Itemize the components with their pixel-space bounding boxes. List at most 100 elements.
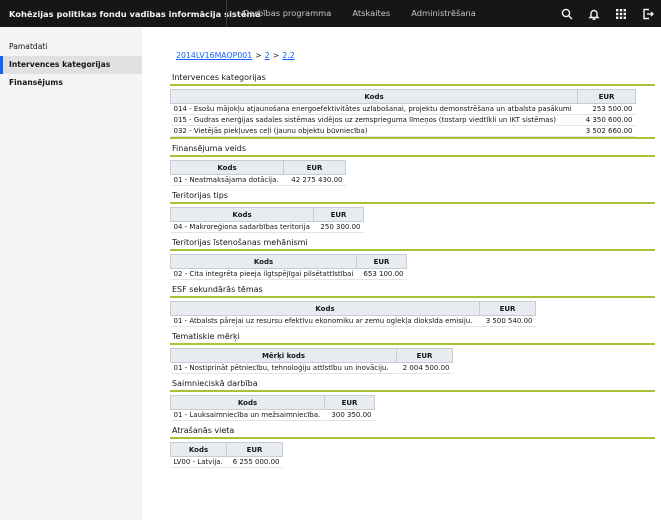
amount-cell: 300 350.00 (324, 409, 375, 421)
amount-cell: 253 500.00 (577, 103, 636, 115)
amount-cell: 3 500 540.00 (479, 315, 536, 327)
section-divider (170, 249, 655, 251)
column-header-eur: EUR (324, 395, 375, 410)
sidebar-item-pamatdati[interactable]: Pamatdati (0, 38, 142, 56)
code-cell: 02 - Cita integrēta pieeja ilgtspējīgai … (170, 268, 357, 280)
table-row: LV00 - Latvija. 6 255 000.00 (170, 456, 283, 468)
section-divider (170, 84, 655, 86)
nav-administresana[interactable]: Administrēšana (403, 0, 484, 27)
app-title[interactable]: Kohēzijas politikas fondu vadības inform… (0, 9, 261, 19)
section-esf-sekundaras-temas: ESF sekundārās tēmas Kods EUR 01 - Atbals… (170, 283, 655, 330)
tematiskie-merki-table: Mērķi kods EUR 01 - Nostiprināt pētniecīb… (170, 348, 453, 374)
section-intervences-kategorijas: Intervences kategorijas Kods EUR 014 - Es… (170, 71, 655, 139)
breadcrumb-separator: > (255, 51, 262, 60)
atrasanas-vieta-table: Kods EUR LV00 - Latvija. 6 255 000.00 (170, 442, 283, 468)
column-header-eur: EUR (226, 442, 283, 457)
code-cell: 01 - Neatmaksājama dotācija. (170, 174, 284, 186)
section-title: Intervences kategorijas (172, 73, 266, 82)
section-istenosanas-mehanismi: Teritorijas īstenošanas mehānismi Kods EU… (170, 236, 655, 283)
column-header-eur: EUR (356, 254, 407, 269)
section-atrasanas-vieta: Atrašanās vieta Kods EUR LV00 - Latvija. 6… (170, 424, 655, 468)
logout-icon (642, 8, 654, 19)
code-cell: 015 - Gudras enerģijas sadales sistēmas … (170, 114, 578, 126)
saimnieciska-darbiba-table: Kods EUR 01 - Lauksaimniecība un mežsaimn… (170, 395, 375, 421)
notification-icon (587, 9, 600, 20)
code-cell: 01 - Atbalsts pārejai uz resursu efektīv… (170, 315, 480, 327)
code-cell: 032 - Vietējās piekļuves ceļi (jaunu obj… (170, 125, 578, 137)
nav-atskaites[interactable]: Atskaites (344, 0, 398, 27)
amount-cell: 4 350 600.00 (577, 114, 636, 126)
breadcrumb-program[interactable]: 2014LV16MAOP001 (176, 51, 252, 60)
column-header-kods: Kods (170, 395, 325, 410)
finansejuma-veids-table: Kods EUR 01 - Neatmaksājama dotācija. 42 2… (170, 160, 346, 186)
intervences-table: Kods EUR 014 - Esošu mājokļu atjaunošana … (170, 89, 636, 137)
istenosanas-mehanismi-table: Kods EUR 02 - Cita integrēta pieeja ilgts… (170, 254, 407, 280)
section-divider (170, 155, 655, 157)
column-header-kods: Kods (170, 254, 357, 269)
table-row: 01 - Neatmaksājama dotācija. 42 275 430.0… (170, 174, 346, 186)
app-switcher-icon (615, 8, 626, 19)
section-divider (170, 202, 655, 204)
column-header-kods: Kods (170, 160, 284, 175)
column-header-kods: Kods (170, 89, 578, 104)
amount-cell: 653 100.00 (356, 268, 407, 280)
amount-cell: 6 255 000.00 (226, 456, 283, 468)
teritorijas-tips-table: Kods EUR 04 - Makroreģiona sadarbības ter… (170, 207, 364, 233)
column-header-eur: EUR (396, 348, 453, 363)
sidebar: Pamatdati Intervences kategorijas Finans… (0, 27, 142, 520)
section-finansejuma-veids: Finansējuma veids Kods EUR 01 - Neatmaksā… (170, 142, 655, 189)
column-header-kods: Kods (170, 301, 480, 316)
table-row: 014 - Esošu mājokļu atjaunošana energoef… (170, 103, 636, 115)
nav-darbibas-programma[interactable]: Darbības programma (227, 0, 339, 27)
breadcrumb-priority[interactable]: 2 (265, 51, 270, 60)
section-divider (170, 296, 655, 298)
column-header-eur: EUR (313, 207, 364, 222)
notification-button[interactable] (580, 0, 607, 27)
column-header-eur: EUR (283, 160, 346, 175)
search-icon (561, 8, 572, 19)
amount-cell: 250 300.00 (313, 221, 364, 233)
section-divider (170, 343, 655, 345)
header-actions (553, 0, 661, 27)
column-header-merki-kods: Mērķi kods (170, 348, 397, 363)
table-row: 04 - Makroreģiona sadarbības teritorija 2… (170, 221, 364, 233)
main-content: 2014LV16MAOP001 >2 >2.2 Intervences katego… (142, 27, 661, 520)
code-cell: 01 - Lauksaimniecība un mežsaimniecība. (170, 409, 325, 421)
code-cell: 01 - Nostiprināt pētniecību, tehnoloģiju… (170, 362, 397, 374)
section-title: Saimnieciskā darbība (172, 379, 258, 388)
section-title: Teritorijas tips (172, 191, 228, 200)
sidebar-item-finansejums[interactable]: Finansējums (0, 74, 142, 92)
breadcrumb-separator: > (272, 51, 280, 60)
amount-cell: 2 004 500.00 (396, 362, 453, 374)
section-tematiskie-merki: Tematiskie mērķi Mērķi kods EUR 01 - Nost… (170, 330, 655, 377)
section-title: Finansējuma veids (172, 144, 247, 153)
esf-sekundaras-temas-table: Kods EUR 01 - Atbalsts pārejai uz resursu… (170, 301, 536, 327)
column-header-kods: Kods (170, 207, 314, 222)
amount-cell: 42 275 430.00 (283, 174, 346, 186)
table-row: 032 - Vietējās piekļuves ceļi (jaunu obj… (170, 125, 636, 137)
table-row: 01 - Lauksaimniecība un mežsaimniecība. 3… (170, 409, 375, 421)
column-header-kods: Kods (170, 442, 227, 457)
table-row: 02 - Cita integrēta pieeja ilgtspējīgai … (170, 268, 407, 280)
sidebar-item-intervences-kategorijas[interactable]: Intervences kategorijas (0, 56, 142, 74)
column-header-eur: EUR (577, 89, 636, 104)
section-saimnieciska-darbiba: Saimnieciskā darbība Kods EUR 01 - Lauksa… (170, 377, 655, 424)
column-header-eur: EUR (479, 301, 536, 316)
top-header: Kohēzijas politikas fondu vadības inform… (0, 0, 661, 27)
section-title: Atrašanās vieta (172, 426, 235, 435)
code-cell: 04 - Makroreģiona sadarbības teritorija (170, 221, 314, 233)
section-divider (170, 137, 655, 139)
breadcrumb-measure[interactable]: 2.2 (282, 51, 294, 60)
section-title: Tematiskie mērķi (172, 332, 240, 341)
amount-cell: 3 502 660.00 (577, 125, 636, 137)
app-switcher-button[interactable] (607, 0, 634, 27)
logout-button[interactable] (634, 0, 661, 27)
code-cell: LV00 - Latvija. (170, 456, 227, 468)
search-button[interactable] (553, 0, 580, 27)
table-row: 01 - Atbalsts pārejai uz resursu efektīv… (170, 315, 536, 327)
section-divider (170, 437, 655, 439)
breadcrumb: 2014LV16MAOP001 >2 >2.2 (176, 51, 295, 60)
table-row: 015 - Gudras enerģijas sadales sistēmas … (170, 114, 636, 126)
section-title: Teritorijas īstenošanas mehānismi (172, 238, 308, 247)
section-divider (170, 390, 655, 392)
